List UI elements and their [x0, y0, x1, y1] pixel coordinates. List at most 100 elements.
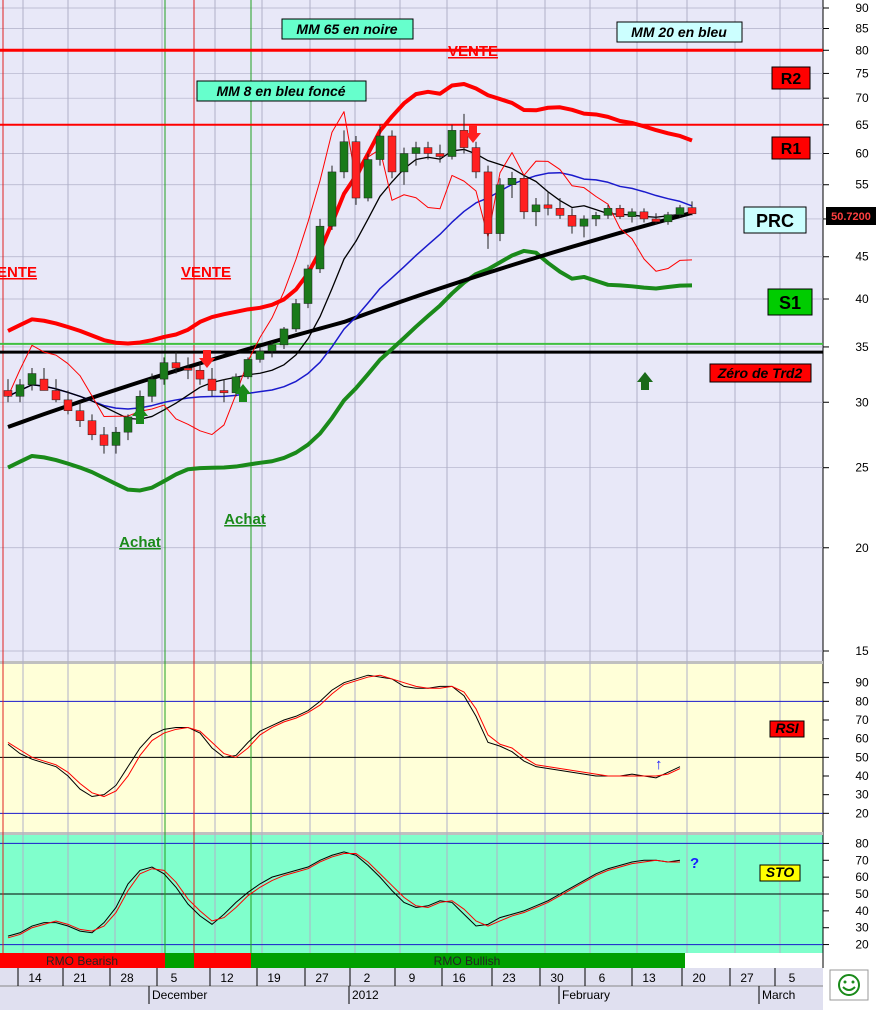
x-tick-label: 27 — [740, 971, 754, 985]
rmo-bullish-label: RMO Bullish — [434, 954, 501, 968]
zero-trd2-label: Zéro de Trd2 — [709, 363, 812, 383]
y-tick-label: 30 — [855, 921, 869, 935]
candle-body — [51, 390, 61, 401]
rmo-segment — [165, 953, 194, 968]
candle-body — [411, 147, 421, 154]
candle-body — [327, 171, 337, 227]
y-tick-label: 65 — [855, 118, 869, 132]
sell-signal-label: VENTE — [448, 43, 498, 60]
candle-body — [123, 416, 133, 433]
smiley-icon[interactable] — [829, 969, 869, 1001]
candle-body — [39, 378, 49, 391]
svg-text:PRC: PRC — [756, 211, 794, 231]
y-tick-label: 45 — [855, 250, 869, 264]
candle-body — [591, 215, 601, 220]
candle-body — [267, 344, 277, 352]
x-tick-label: 13 — [642, 971, 656, 985]
svg-text:R1: R1 — [781, 141, 802, 158]
svg-text:STO: STO — [766, 864, 795, 880]
y-tick-label: 55 — [855, 178, 869, 192]
candle-body — [675, 207, 685, 215]
candle-body — [339, 141, 349, 173]
candle-body — [579, 218, 589, 227]
candle-body — [495, 184, 505, 234]
candle-body — [243, 359, 253, 378]
y-tick-label: 30 — [855, 788, 869, 802]
candle-body — [519, 178, 529, 213]
rmo-strip: RMO Bearish RMO Bullish — [0, 953, 685, 968]
y-tick-label: 30 — [855, 395, 869, 409]
x-tick-label: 2 — [364, 971, 371, 985]
y-tick-label: 20 — [855, 541, 869, 555]
rmo-segment — [194, 953, 251, 968]
candle-body — [183, 367, 193, 371]
mm8-annotation: MM 8 en bleu foncé — [196, 80, 367, 102]
sell-signal-label: VENTE — [181, 264, 231, 281]
candle-body — [507, 178, 517, 185]
y-tick-label: 70 — [855, 91, 869, 105]
x-tick-label: 5 — [171, 971, 178, 985]
candle-body — [555, 208, 565, 216]
candle-body — [63, 399, 73, 411]
x-tick-label: 27 — [315, 971, 329, 985]
svg-text:Zéro de Trd2: Zéro de Trd2 — [717, 365, 803, 381]
r1-label: R1 — [771, 136, 811, 160]
candle-body — [195, 369, 205, 380]
y-tick-label: 70 — [855, 713, 869, 727]
y-tick-label: 85 — [855, 22, 869, 36]
y-tick-label: 20 — [855, 938, 869, 952]
candle-body — [363, 159, 373, 199]
candle-body — [303, 268, 313, 304]
current-price-tag: 50.7200 — [826, 207, 876, 225]
candle-body — [111, 431, 121, 446]
x-tick-label: 14 — [28, 971, 42, 985]
candle-body — [663, 214, 673, 223]
chart-window: 9085807570656055504540353025201590807060… — [0, 0, 876, 1010]
svg-text:RSI: RSI — [775, 720, 799, 736]
y-tick-label: 60 — [855, 870, 869, 884]
candle-body — [687, 207, 697, 215]
candle-body — [315, 225, 325, 270]
y-tick-label: 50 — [855, 887, 869, 901]
sto-signal-mark: ? — [690, 855, 699, 872]
x-tick-label: 9 — [409, 971, 416, 985]
candle-body — [3, 390, 13, 397]
svg-text:50.7200: 50.7200 — [831, 211, 871, 223]
candle-body — [615, 208, 625, 218]
candle-body — [15, 384, 25, 397]
x-tick-label: 23 — [502, 971, 516, 985]
y-tick-label: 80 — [855, 836, 869, 850]
candle-body — [207, 378, 217, 391]
month-label: February — [562, 988, 610, 1002]
y-tick-label: 40 — [855, 292, 869, 306]
candle-body — [351, 141, 361, 199]
y-tick-label: 25 — [855, 461, 869, 475]
candle-body — [171, 362, 181, 369]
svg-text:MM 65 en noire: MM 65 en noire — [296, 21, 397, 37]
chart-svg: 9085807570656055504540353025201590807060… — [0, 0, 876, 1010]
candle-body — [159, 362, 169, 380]
rsi-signal-mark: ↑ — [655, 756, 663, 773]
svg-text:MM 20 en bleu: MM 20 en bleu — [631, 24, 727, 40]
candle-body — [627, 211, 637, 218]
svg-text:MM 8 en bleu foncé: MM 8 en bleu foncé — [216, 83, 345, 99]
y-tick-label: 60 — [855, 732, 869, 746]
x-tick-label: 30 — [550, 971, 564, 985]
candle-body — [651, 218, 661, 223]
month-label: March — [762, 988, 795, 1002]
rmo-bearish-label: RMO Bearish — [46, 954, 118, 968]
candle-body — [75, 410, 85, 421]
y-tick-label: 90 — [855, 676, 869, 690]
svg-text:S1: S1 — [779, 293, 801, 313]
candle-body — [255, 350, 265, 360]
y-tick-label: 20 — [855, 806, 869, 820]
candle-body — [471, 147, 481, 173]
y-tick-label: 15 — [855, 644, 869, 658]
candle-body — [147, 378, 157, 397]
y-tick-label: 40 — [855, 904, 869, 918]
x-tick-label: 12 — [220, 971, 234, 985]
month-label: December — [152, 988, 207, 1002]
mm20-annotation: MM 20 en bleu — [616, 21, 743, 43]
candle-body — [459, 130, 469, 148]
y-tick-label: 80 — [855, 43, 869, 57]
